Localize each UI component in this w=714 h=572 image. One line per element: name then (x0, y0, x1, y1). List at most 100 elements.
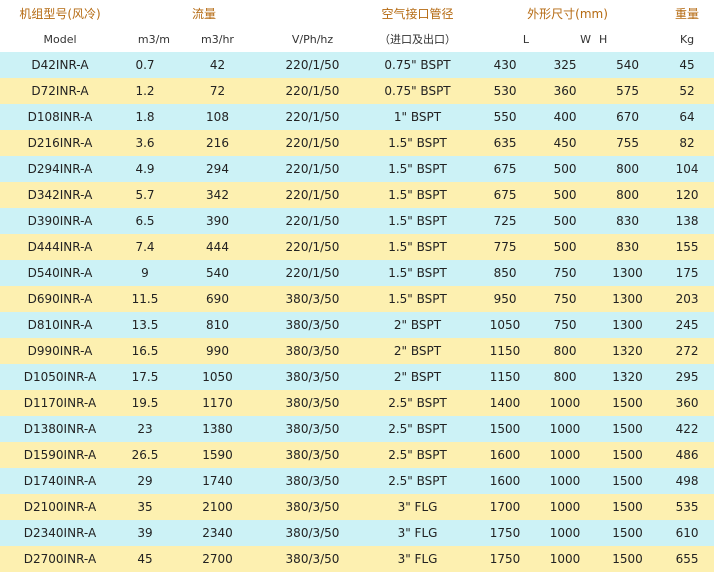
flow-m3hr-cell: 2340 (170, 520, 265, 546)
connection-cell: 1.5" BSPT (360, 208, 476, 234)
connection-cell: 3" FLG (360, 494, 476, 520)
dim-w-cell: 1000 (535, 390, 596, 416)
voltage-cell: 380/3/50 (265, 416, 361, 442)
dim-l-cell: 725 (475, 208, 536, 234)
dim-w-cell: 1000 (535, 546, 596, 572)
weight-cell: 155 (660, 234, 714, 260)
flow-m3m-cell: 1.8 (120, 104, 170, 130)
dim-l-cell: 775 (475, 234, 536, 260)
dim-w-cell: 800 (535, 338, 596, 364)
voltage-cell: 380/3/50 (265, 442, 361, 468)
flow-m3m-cell: 26.5 (120, 442, 170, 468)
flow-header: 流量 (120, 0, 361, 26)
voltage-cell: 220/1/50 (265, 52, 361, 78)
dim-l-cell: 950 (475, 286, 536, 312)
flow-m3hr-cell: 2100 (170, 494, 265, 520)
dim-w-cell: 750 (535, 260, 596, 286)
dim-l-cell: 1050 (475, 312, 536, 338)
model-cell: D342INR-A (0, 182, 120, 208)
dim-w-cell: 325 (535, 52, 596, 78)
dim-w-cell: 450 (535, 130, 596, 156)
table-row: D1380INR-A 23 1380 380/3/50 2.5" BSPT 1500 100… (0, 416, 714, 442)
dim-h-cell: 1300 (595, 260, 661, 286)
flow-m3m-cell: 5.7 (120, 182, 170, 208)
flow-m3m-cell: 11.5 (120, 286, 170, 312)
model-cell: D294INR-A (0, 156, 120, 182)
weight-cell: 64 (660, 104, 714, 130)
dim-l-cell: 1150 (475, 364, 536, 390)
flow-m3hr-cell: 342 (170, 182, 265, 208)
voltage-cell: 380/3/50 (265, 546, 361, 572)
flow-m3hr-cell: 390 (170, 208, 265, 234)
model-cell: D1380INR-A (0, 416, 120, 442)
voltage-cell: 220/1/50 (265, 208, 361, 234)
voltage-cell: 380/3/50 (265, 468, 361, 494)
dim-h-cell: 1500 (595, 390, 661, 416)
weight-cell: 203 (660, 286, 714, 312)
weight-cell: 272 (660, 338, 714, 364)
dim-w-cell: 750 (535, 312, 596, 338)
connection-cell: 1.5" BSPT (360, 182, 476, 208)
dim-h-cell: 1500 (595, 468, 661, 494)
voltage-unit: V/Ph/hz (265, 26, 361, 52)
flow-m3hr-cell: 294 (170, 156, 265, 182)
dim-l-cell: 430 (475, 52, 536, 78)
flow-m3m-cell: 0.7 (120, 52, 170, 78)
table-row: D294INR-A 4.9 294 220/1/50 1.5" BSPT 675 500 80… (0, 156, 714, 182)
flow-m3m-cell: 23 (120, 416, 170, 442)
table-row: D1050INR-A 17.5 1050 380/3/50 2" BSPT 1150 800… (0, 364, 714, 390)
dim-w-cell: 1000 (535, 442, 596, 468)
model-cell: D2100INR-A (0, 494, 120, 520)
dim-h-cell: 830 (595, 208, 661, 234)
voltage-cell: 380/3/50 (265, 520, 361, 546)
table-row: D390INR-A 6.5 390 220/1/50 1.5" BSPT 725 500 83… (0, 208, 714, 234)
weight-cell: 175 (660, 260, 714, 286)
voltage-cell: 220/1/50 (265, 104, 361, 130)
dim-l-unit: L (475, 26, 536, 52)
dim-l-cell: 635 (475, 130, 536, 156)
weight-cell: 655 (660, 546, 714, 572)
m3hr-unit: m3/hr (170, 26, 265, 52)
weight-cell: 422 (660, 416, 714, 442)
voltage-cell: 380/3/50 (265, 286, 361, 312)
model-cell: D2700INR-A (0, 546, 120, 572)
model-cell: D444INR-A (0, 234, 120, 260)
connection-cell: 2" BSPT (360, 312, 476, 338)
dim-h-cell: 575 (595, 78, 661, 104)
header-row-units: Model m3/m m3/hr V/Ph/hz （进口及出口） L W H K… (0, 26, 714, 52)
voltage-cell: 380/3/50 (265, 338, 361, 364)
dim-l-cell: 675 (475, 156, 536, 182)
dim-w-cell: 400 (535, 104, 596, 130)
connection-cell: 3" FLG (360, 546, 476, 572)
flow-m3hr-cell: 810 (170, 312, 265, 338)
flow-m3hr-cell: 1740 (170, 468, 265, 494)
dim-l-cell: 1500 (475, 416, 536, 442)
flow-m3m-cell: 9 (120, 260, 170, 286)
flow-m3hr-cell: 540 (170, 260, 265, 286)
dim-l-cell: 1750 (475, 520, 536, 546)
flow-m3hr-cell: 690 (170, 286, 265, 312)
flow-m3m-cell: 13.5 (120, 312, 170, 338)
weight-cell: 295 (660, 364, 714, 390)
flow-m3hr-cell: 42 (170, 52, 265, 78)
connection-cell: 2.5" BSPT (360, 416, 476, 442)
model-cell: D216INR-A (0, 130, 120, 156)
dim-l-cell: 550 (475, 104, 536, 130)
table-row: D2700INR-A 45 2700 380/3/50 3" FLG 1750 1000 15… (0, 546, 714, 572)
dim-h-cell: 1500 (595, 520, 661, 546)
dim-l-cell: 1700 (475, 494, 536, 520)
table-row: D540INR-A 9 540 220/1/50 1.5" BSPT 850 750 1300… (0, 260, 714, 286)
dim-h-cell: 1320 (595, 364, 661, 390)
model-cell: D1740INR-A (0, 468, 120, 494)
dim-l-cell: 530 (475, 78, 536, 104)
table-row: D690INR-A 11.5 690 380/3/50 1.5" BSPT 950 750 1… (0, 286, 714, 312)
weight-cell: 610 (660, 520, 714, 546)
model-cell: D1590INR-A (0, 442, 120, 468)
table-row: D72INR-A 1.2 72 220/1/50 0.75" BSPT 530 360 575… (0, 78, 714, 104)
table-row: D2340INR-A 39 2340 380/3/50 3" FLG 1750 1000 15… (0, 520, 714, 546)
connection-header: 空气接口管径 (360, 0, 476, 26)
model-cell: D42INR-A (0, 52, 120, 78)
voltage-cell: 380/3/50 (265, 364, 361, 390)
dim-h-cell: 1500 (595, 546, 661, 572)
flow-m3m-cell: 17.5 (120, 364, 170, 390)
